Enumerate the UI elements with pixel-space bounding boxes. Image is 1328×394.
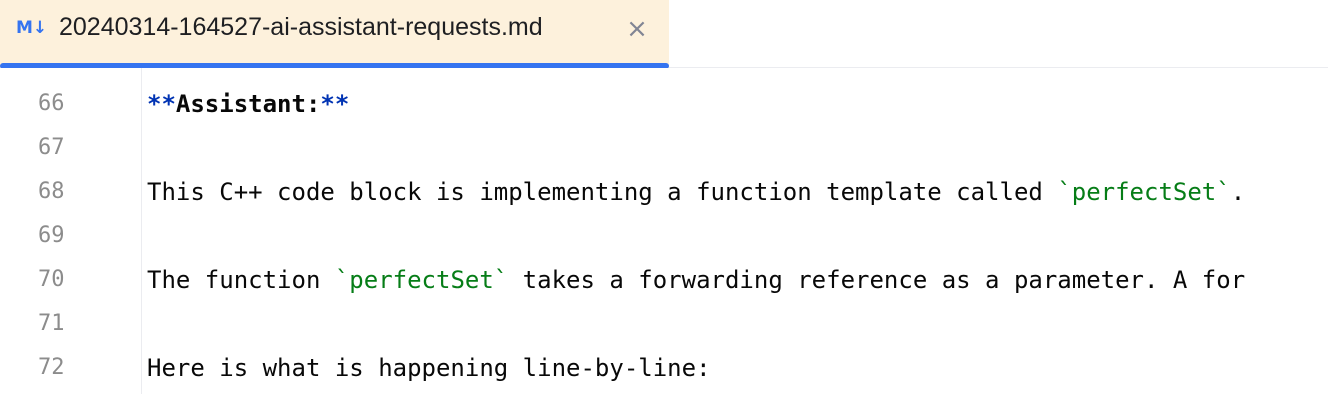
code-line-68[interactable]: This C++ code block is implementing a fu…	[147, 177, 1245, 207]
code-line-70[interactable]: The function `perfectSet` takes a forwar…	[147, 265, 1245, 295]
plain-text: This C++ code block is implementing a fu…	[147, 178, 1058, 206]
line-number: 66	[38, 91, 65, 116]
close-icon[interactable]: ×	[622, 14, 652, 44]
plain-text: .	[1230, 178, 1246, 206]
code-editor[interactable]: 66 67 68 69 70 71 72 **Assistant:** This…	[0, 68, 1328, 394]
bold-marker: **	[147, 90, 176, 118]
line-number: 72	[38, 355, 65, 380]
tab-title: 20240314-164527-ai-assistant-requests.md	[59, 13, 543, 41]
line-number: 69	[38, 223, 65, 248]
line-number: 71	[38, 311, 65, 336]
code-line-66[interactable]: **Assistant:**	[147, 89, 349, 119]
inline-code: `perfectSet`	[1057, 178, 1231, 206]
line-number: 67	[38, 135, 65, 160]
line-number: 68	[38, 179, 65, 204]
plain-text: The function	[147, 266, 335, 294]
code-line-72[interactable]: Here is what is happening line-by-line:	[147, 353, 711, 383]
line-number-gutter: 66 67 68 69 70 71 72	[0, 68, 142, 394]
markdown-file-icon: M↓	[16, 18, 48, 38]
plain-text: Here is what is happening line-by-line:	[147, 354, 711, 382]
plain-text: takes a forwarding reference as a parame…	[508, 266, 1246, 294]
editor-tab-bar: M↓ 20240314-164527-ai-assistant-requests…	[0, 0, 1328, 69]
bold-marker: **	[320, 90, 350, 118]
bold-text: Assistant:	[175, 90, 321, 118]
line-number: 70	[38, 267, 65, 292]
tab-markdown-file[interactable]: M↓ 20240314-164527-ai-assistant-requests…	[0, 0, 669, 69]
inline-code: `perfectSet`	[334, 266, 509, 294]
